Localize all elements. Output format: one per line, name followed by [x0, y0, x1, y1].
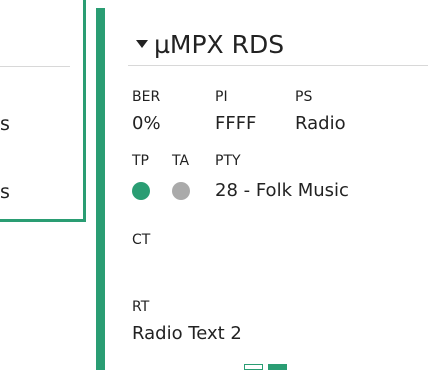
- ps-label: PS: [295, 89, 313, 105]
- page-dot-2[interactable]: [268, 364, 287, 370]
- ber-label: BER: [132, 89, 161, 105]
- panel-header[interactable]: µMPX RDS: [136, 28, 284, 60]
- caret-down-icon[interactable]: [136, 40, 148, 48]
- page-dot-1[interactable]: [244, 364, 263, 370]
- header-divider: [128, 65, 428, 66]
- pi-value: FFFF: [215, 113, 257, 134]
- ta-label: TA: [172, 153, 190, 169]
- page: s s µMPX RDS BER 0% PI FFFF PS Radio TP …: [0, 0, 444, 370]
- pty-label: PTY: [215, 153, 241, 169]
- rt-value: Radio Text 2: [132, 323, 242, 344]
- ps-value: Radio: [295, 113, 346, 134]
- left-panel-text-fragment: s: [0, 113, 10, 135]
- page-indicator: [244, 364, 287, 370]
- panel-accent-bar: [96, 8, 105, 370]
- left-panel-text-fragment: s: [0, 181, 10, 203]
- tp-label: TP: [132, 153, 149, 169]
- pi-label: PI: [215, 89, 228, 105]
- tp-indicator: [132, 182, 150, 200]
- ta-indicator: [172, 182, 190, 200]
- rt-label: RT: [132, 299, 150, 315]
- panel-title: µMPX RDS: [154, 29, 285, 59]
- rds-panel: µMPX RDS BER 0% PI FFFF PS Radio TP TA P…: [96, 8, 444, 370]
- ber-value: 0%: [132, 113, 161, 134]
- pty-value: 28 - Folk Music: [215, 180, 349, 201]
- ct-label: CT: [132, 232, 151, 248]
- left-panel-divider: [0, 66, 70, 67]
- left-panel: s s: [0, 0, 86, 222]
